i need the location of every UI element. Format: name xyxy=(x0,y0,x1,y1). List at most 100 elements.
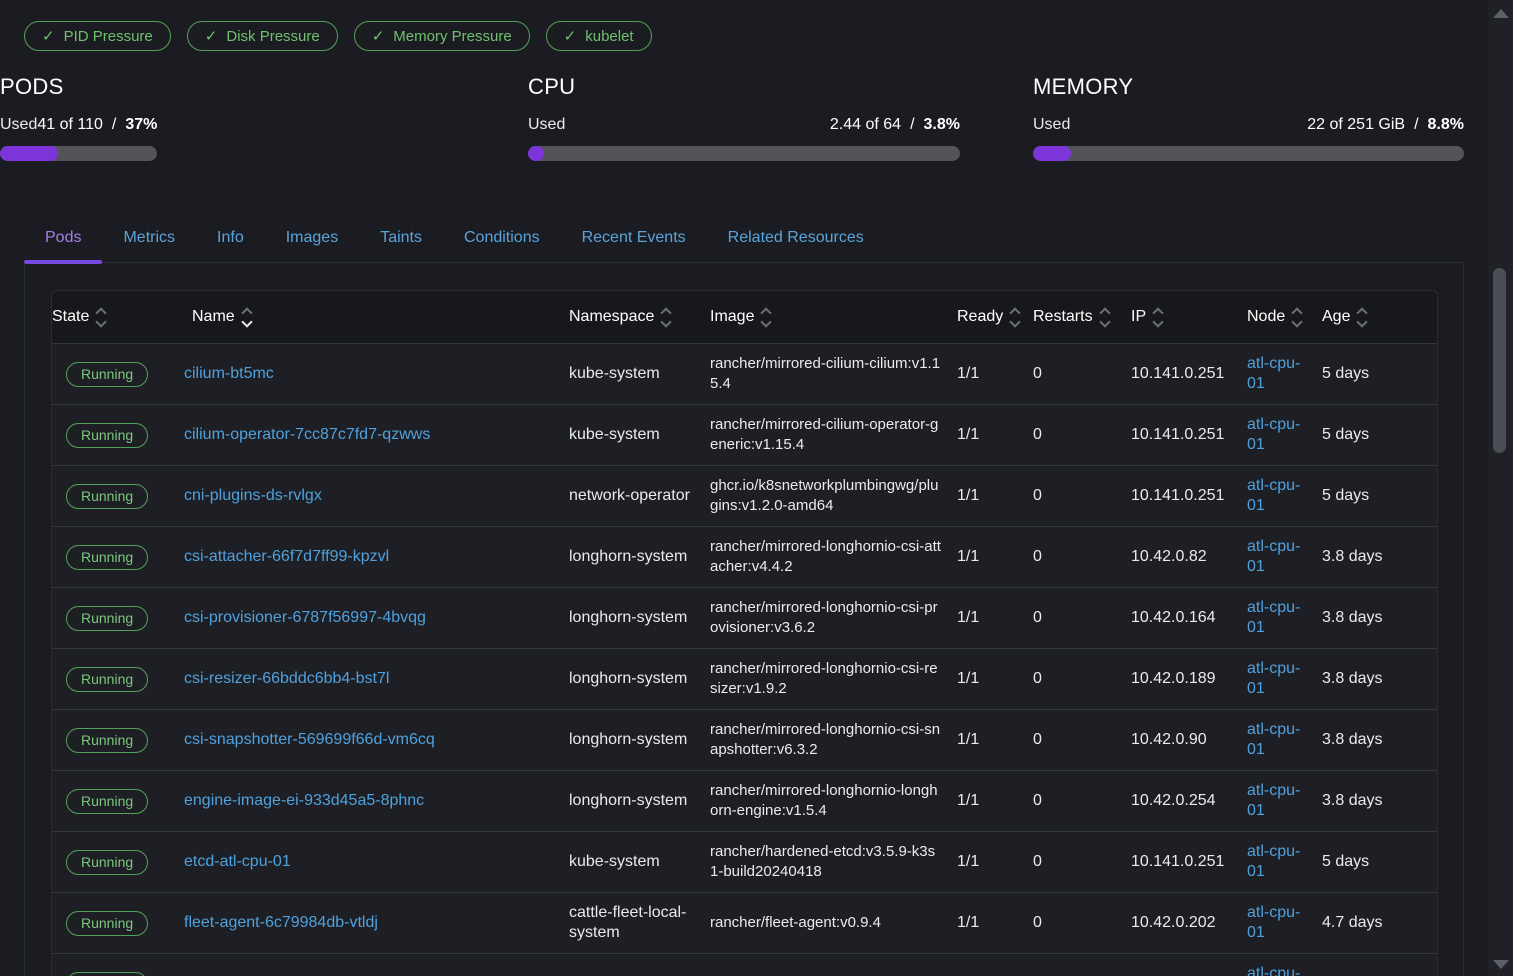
scrollbar-thumb[interactable] xyxy=(1493,268,1506,453)
gauge-separator: / xyxy=(910,116,914,133)
resource-gauge: MEMORY Used 22 of 251 GiB/8.8% xyxy=(1033,74,1464,161)
tab-label: Conditions xyxy=(464,229,540,247)
node-cell: atl-cpu-01 xyxy=(1239,895,1314,951)
table-row: Running csi-provisioner-6787f56997-4bvqg… xyxy=(52,587,1437,648)
pod-name-link[interactable]: cilium-operator-7cc87c7fd7-qzwws xyxy=(184,426,430,443)
status-badge: Running xyxy=(66,972,148,976)
status-badge: Running xyxy=(66,728,148,753)
sort-icon[interactable] xyxy=(1154,309,1162,326)
namespace-cell: kube-system xyxy=(561,844,702,880)
namespace-cell: network-operator xyxy=(561,478,702,514)
scroll-up-arrow-icon[interactable] xyxy=(1493,9,1509,18)
node-link[interactable]: atl-cpu-01 xyxy=(1247,477,1300,514)
tab-label: Related Resources xyxy=(728,229,864,247)
namespace-cell: longhorn-system xyxy=(561,539,702,575)
age-cell: 3.8 days xyxy=(1314,661,1437,697)
status-badge: Running xyxy=(66,606,148,631)
condition-label: Memory Pressure xyxy=(393,28,511,45)
resource-gauges: CPU Used 2.44 of 64/3.8% MEMORY Used 22 … xyxy=(0,74,1488,174)
check-icon: ✓ xyxy=(372,27,385,45)
pod-name-link[interactable]: etcd-atl-cpu-01 xyxy=(184,853,291,870)
table-row: Running csi-snapshotter-569699f66d-vm6cq… xyxy=(52,709,1437,770)
column-header[interactable]: Name xyxy=(184,308,561,326)
node-link[interactable]: atl-cpu-01 xyxy=(1247,843,1300,880)
node-link[interactable]: atl-cpu-01 xyxy=(1247,355,1300,392)
node-cell: atl-cpu-01 xyxy=(1239,773,1314,829)
status-badge: Running xyxy=(66,484,148,509)
tab[interactable]: Images xyxy=(265,213,359,262)
pod-name-link[interactable]: csi-resizer-66bddc6bb4-bst7l xyxy=(184,670,389,687)
gauge-separator: / xyxy=(112,116,116,133)
node-link[interactable]: atl-cpu-01 xyxy=(1247,599,1300,636)
node-link[interactable]: atl-cpu-01 xyxy=(1247,965,1300,976)
column-header-label: State xyxy=(52,308,89,326)
pod-name-link[interactable]: cilium-bt5mc xyxy=(184,365,274,382)
tab[interactable]: Related Resources xyxy=(707,213,885,262)
namespace-cell: longhorn-system xyxy=(561,600,702,636)
condition-label: kubelet xyxy=(585,28,633,45)
pod-name-link[interactable]: fleet-agent-6c79984db-vtldj xyxy=(184,914,378,931)
sort-icon[interactable] xyxy=(97,309,105,326)
age-cell: 5 days xyxy=(1314,478,1437,514)
restarts-cell: 0 xyxy=(1025,417,1123,453)
node-cell: atl-cpu-01 xyxy=(1239,407,1314,463)
sort-icon[interactable] xyxy=(1358,309,1366,326)
node-cell: atl-cpu-01 xyxy=(1239,529,1314,585)
sort-icon[interactable] xyxy=(1101,309,1109,326)
pod-name-link[interactable]: cni-plugins-ds-rvlgx xyxy=(184,487,322,504)
node-link[interactable]: atl-cpu-01 xyxy=(1247,538,1300,575)
tab-bar: Pods Metrics Info Images Taints Conditio… xyxy=(24,213,1464,263)
pod-name-link[interactable]: csi-provisioner-6787f56997-4bvqg xyxy=(184,609,426,626)
node-link[interactable]: atl-cpu-01 xyxy=(1247,904,1300,941)
node-link[interactable]: atl-cpu-01 xyxy=(1247,660,1300,697)
node-cell: atl-cpu-01 xyxy=(1239,651,1314,707)
column-header[interactable]: Ready xyxy=(949,308,1025,326)
state-cell: Running xyxy=(52,354,184,395)
column-header[interactable]: Node xyxy=(1239,308,1314,326)
image-cell: rancher/mirrored-cilium-operator-generic… xyxy=(702,407,949,463)
status-badge: Running xyxy=(66,423,148,448)
pod-name-link[interactable]: engine-image-ei-933d45a5-8phnc xyxy=(184,792,424,809)
tab[interactable]: Recent Events xyxy=(561,213,707,262)
column-header[interactable]: State xyxy=(52,308,184,326)
tab[interactable]: Pods xyxy=(24,213,102,262)
column-header[interactable]: Image xyxy=(702,308,949,326)
name-cell: csi-snapshotter-569699f66d-vm6cq xyxy=(184,722,561,758)
age-cell: 3.8 days xyxy=(1314,722,1437,758)
sort-icon[interactable] xyxy=(1293,309,1301,326)
node-cell: atl-cpu-01 xyxy=(1239,468,1314,524)
pod-name-link[interactable]: csi-snapshotter-569699f66d-vm6cq xyxy=(184,731,435,748)
scroll-down-arrow-icon[interactable] xyxy=(1493,960,1509,969)
image-cell: rancher/hardened-etcd:v3.5.9-k3s1-build2… xyxy=(702,834,949,890)
pod-name-link[interactable]: csi-attacher-66f7d7ff99-kpzvl xyxy=(184,548,389,565)
node-link[interactable]: atl-cpu-01 xyxy=(1247,416,1300,453)
column-header[interactable]: IP xyxy=(1123,308,1239,326)
state-cell: Running xyxy=(52,903,184,944)
sort-icon[interactable] xyxy=(243,309,251,326)
gauge-amount: 2.44 of 64 xyxy=(830,116,901,133)
state-cell: Running xyxy=(52,537,184,578)
node-link[interactable]: atl-cpu-01 xyxy=(1247,721,1300,758)
state-cell: Running xyxy=(52,781,184,822)
column-header[interactable]: Age xyxy=(1314,308,1437,326)
sort-icon[interactable] xyxy=(662,309,670,326)
table-row: Running cni-plugins-ds-rvlgx network-ope… xyxy=(52,465,1437,526)
column-header[interactable]: Restarts xyxy=(1025,308,1123,326)
sort-down-chevron-icon xyxy=(241,316,252,327)
tab[interactable]: Info xyxy=(196,213,265,262)
age-cell: 5 days xyxy=(1314,844,1437,880)
node-link[interactable]: atl-cpu-01 xyxy=(1247,782,1300,819)
detail-tabs-section: Pods Metrics Info Images Taints Conditio… xyxy=(24,213,1464,976)
column-header-label: IP xyxy=(1131,308,1146,326)
ready-cell: 1/1 xyxy=(949,905,1025,941)
sort-icon[interactable] xyxy=(762,309,770,326)
tab[interactable]: Metrics xyxy=(102,213,196,262)
column-header[interactable]: Namespace xyxy=(561,308,702,326)
condition-badge: ✓ kubelet xyxy=(546,21,652,51)
tab[interactable]: Taints xyxy=(359,213,443,262)
gauge-value: 41 of 110/37% xyxy=(37,116,157,134)
tab[interactable]: Conditions xyxy=(443,213,561,262)
page-scrollbar[interactable] xyxy=(1488,0,1513,976)
image-cell: rancher/mirrored-longhornio-csi-attacher… xyxy=(702,529,949,585)
sort-icon[interactable] xyxy=(1011,309,1019,326)
